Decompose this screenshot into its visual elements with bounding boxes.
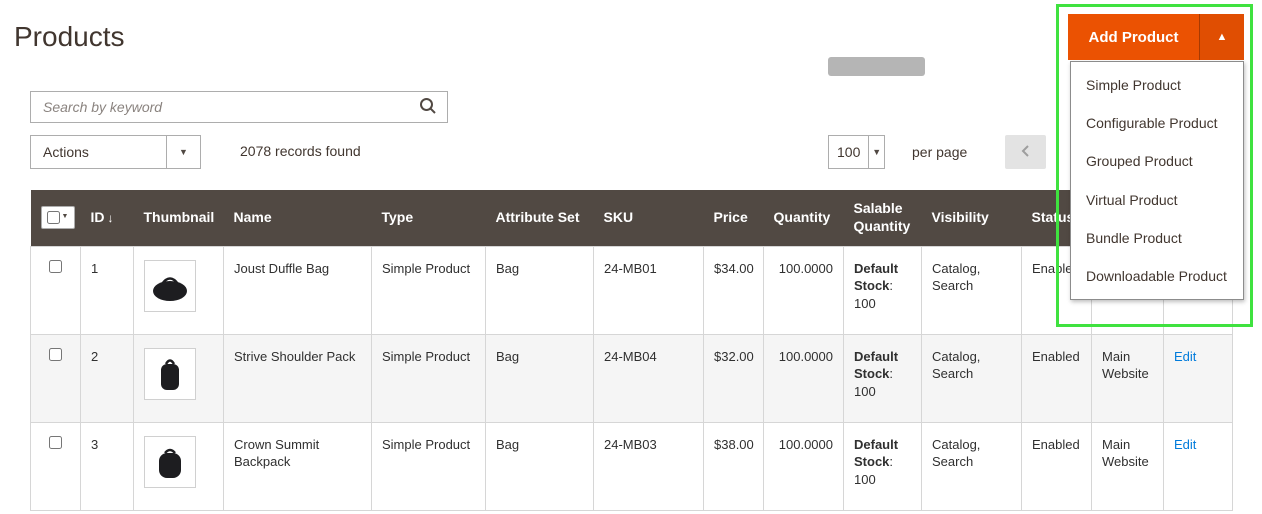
cell-action: Edit — [1164, 334, 1233, 422]
products-table: ▼ ID↓ Thumbnail Name Type Attribute Set … — [30, 190, 1233, 511]
cell-status: Enabled — [1022, 422, 1092, 510]
table-header-row: ▼ ID↓ Thumbnail Name Type Attribute Set … — [31, 190, 1233, 246]
row-checkbox[interactable] — [49, 260, 62, 273]
duffle-bag-image — [148, 264, 192, 308]
select-all-header: ▼ — [31, 190, 81, 246]
cell-price: $38.00 — [704, 422, 764, 510]
search-button[interactable] — [409, 92, 447, 122]
column-header-quantity[interactable]: Quantity — [764, 190, 844, 246]
column-header-salable-quantity[interactable]: Salable Quantity — [844, 190, 922, 246]
add-product-button[interactable]: Add Product — [1068, 14, 1199, 60]
edit-link[interactable]: Edit — [1174, 349, 1196, 364]
product-thumbnail — [144, 260, 196, 312]
cell-name: Strive Shoulder Pack — [224, 334, 372, 422]
cell-price: $34.00 — [704, 246, 764, 334]
per-page-label: per page — [912, 144, 967, 160]
cell-name: Crown Summit Backpack — [224, 422, 372, 510]
menu-item-downloadable-product[interactable]: Downloadable Product — [1071, 257, 1243, 295]
backpack-image — [148, 440, 192, 484]
records-count: 2078 records found — [240, 143, 361, 159]
cell-sku: 24-MB04 — [594, 334, 704, 422]
select-all-dropdown[interactable]: ▼ — [41, 206, 75, 229]
page-size-dropdown[interactable]: 100 ▼ — [828, 135, 885, 169]
menu-item-virtual-product[interactable]: Virtual Product — [1071, 181, 1243, 219]
products-page: Products Actions ▼ 2078 records found 10… — [0, 0, 1262, 514]
chevron-down-icon: ▼ — [62, 213, 69, 222]
filters-button-partial — [828, 57, 925, 76]
column-header-type[interactable]: Type — [372, 190, 486, 246]
cell-quantity: 100.0000 — [764, 422, 844, 510]
cell-salable-quantity: Default Stock: 100 — [844, 334, 922, 422]
sort-desc-icon: ↓ — [108, 211, 114, 225]
menu-item-grouped-product[interactable]: Grouped Product — [1071, 142, 1243, 180]
actions-dropdown[interactable]: Actions ▼ — [30, 135, 201, 169]
cell-status: Enabled — [1022, 334, 1092, 422]
cell-type: Simple Product — [372, 334, 486, 422]
cell-salable-quantity: Default Stock: 100 — [844, 422, 922, 510]
column-header-name[interactable]: Name — [224, 190, 372, 246]
page-title: Products — [14, 21, 125, 53]
cell-attribute-set: Bag — [486, 246, 594, 334]
column-header-attribute-set[interactable]: Attribute Set — [486, 190, 594, 246]
cell-id: 3 — [81, 422, 134, 510]
cell-thumbnail — [134, 246, 224, 334]
cell-id: 1 — [81, 246, 134, 334]
chevron-down-icon: ▼ — [166, 136, 200, 168]
previous-page-button[interactable] — [1005, 135, 1046, 169]
cell-sku: 24-MB03 — [594, 422, 704, 510]
search-input[interactable] — [31, 92, 409, 122]
table-row: 2 Strive Shoulder Pack Simple Product Ba… — [31, 334, 1233, 422]
row-checkbox[interactable] — [49, 436, 62, 449]
add-product-menu: Simple Product Configurable Product Grou… — [1070, 61, 1244, 300]
cell-visibility: Catalog, Search — [922, 422, 1022, 510]
cell-attribute-set: Bag — [486, 422, 594, 510]
select-all-checkbox[interactable] — [47, 211, 60, 224]
edit-link[interactable]: Edit — [1174, 437, 1196, 452]
column-header-price[interactable]: Price — [704, 190, 764, 246]
chevron-left-icon — [1017, 142, 1035, 163]
row-checkbox[interactable] — [49, 348, 62, 361]
column-header-id[interactable]: ID↓ — [81, 190, 134, 246]
cell-type: Simple Product — [372, 422, 486, 510]
menu-item-simple-product[interactable]: Simple Product — [1071, 66, 1243, 104]
column-header-thumbnail[interactable]: Thumbnail — [134, 190, 224, 246]
cell-name: Joust Duffle Bag — [224, 246, 372, 334]
cell-thumbnail — [134, 334, 224, 422]
cell-quantity: 100.0000 — [764, 246, 844, 334]
cell-visibility: Catalog, Search — [922, 334, 1022, 422]
cell-sku: 24-MB01 — [594, 246, 704, 334]
page-size-value: 100 — [829, 136, 868, 168]
table-row: 1 Joust Duffle Bag Simple Product Bag 24… — [31, 246, 1233, 334]
cell-quantity: 100.0000 — [764, 334, 844, 422]
add-product-split-button: Add Product ▲ — [1068, 14, 1244, 60]
product-thumbnail — [144, 436, 196, 488]
actions-label: Actions — [31, 136, 166, 168]
cell-type: Simple Product — [372, 246, 486, 334]
cell-attribute-set: Bag — [486, 334, 594, 422]
caret-up-icon: ▲ — [1217, 31, 1228, 43]
cell-websites: Main Website — [1092, 334, 1164, 422]
column-header-sku[interactable]: SKU — [594, 190, 704, 246]
add-product-toggle[interactable]: ▲ — [1199, 14, 1244, 60]
cell-websites: Main Website — [1092, 422, 1164, 510]
table-row: 3 Crown Summit Backpack Simple Product B… — [31, 422, 1233, 510]
chevron-down-icon: ▼ — [868, 136, 884, 168]
menu-item-configurable-product[interactable]: Configurable Product — [1071, 104, 1243, 142]
cell-id: 2 — [81, 334, 134, 422]
column-header-visibility[interactable]: Visibility — [922, 190, 1022, 246]
cell-visibility: Catalog, Search — [922, 246, 1022, 334]
cell-thumbnail — [134, 422, 224, 510]
shoulder-pack-image — [148, 352, 192, 396]
product-thumbnail — [144, 348, 196, 400]
cell-salable-quantity: Default Stock: 100 — [844, 246, 922, 334]
cell-price: $32.00 — [704, 334, 764, 422]
keyword-search — [30, 91, 448, 123]
search-icon — [419, 97, 437, 118]
cell-action: Edit — [1164, 422, 1233, 510]
menu-item-bundle-product[interactable]: Bundle Product — [1071, 219, 1243, 257]
